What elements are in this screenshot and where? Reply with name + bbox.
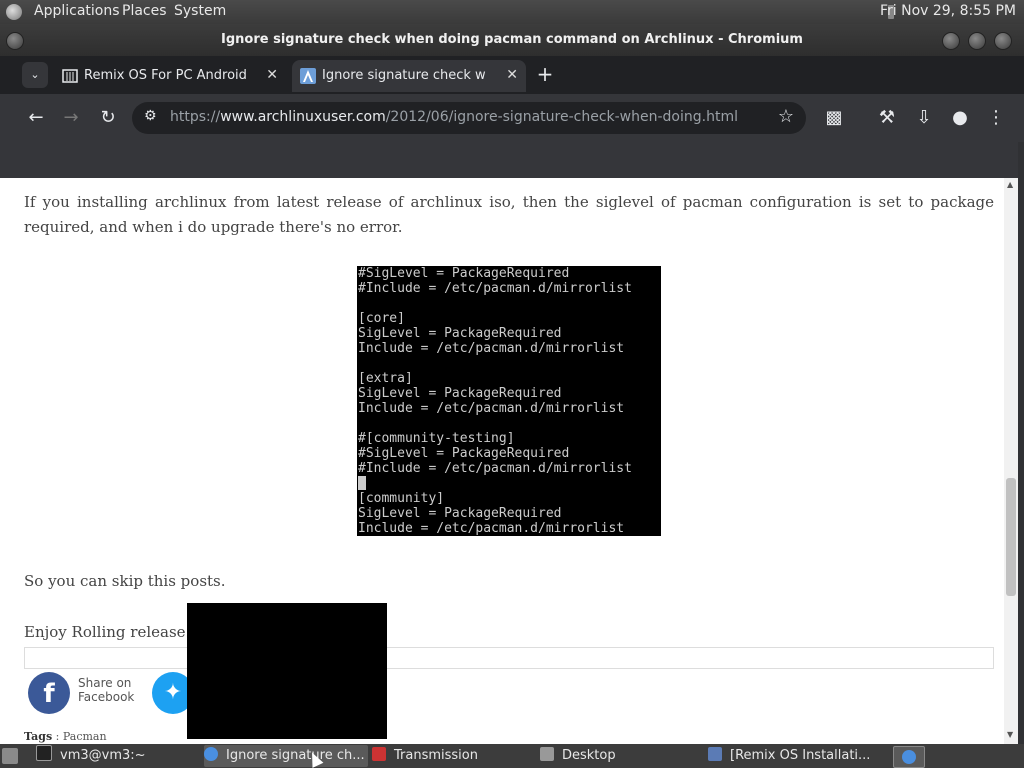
scroll-up-icon[interactable]: ▲: [1007, 180, 1013, 189]
pacman-config-screenshot: #SigLevel = PackageRequired #Include = /e…: [357, 266, 661, 536]
tab-strip: ⌄ Remix OS For PC Android M... ✕ Ignore …: [0, 56, 1024, 94]
maximize-icon[interactable]: [968, 32, 986, 50]
intro-paragraph: If you installing archlinux from latest …: [24, 193, 994, 236]
code-line: #SigLevel = PackageRequired: [358, 446, 570, 461]
code-line: #[community-testing]: [358, 431, 515, 446]
site-info-icon[interactable]: ⚙: [144, 108, 157, 124]
transmission-icon: [372, 747, 386, 761]
tab-remix-os[interactable]: Remix OS For PC Android M... ✕: [54, 60, 286, 92]
taskbar-label: Transmission: [394, 748, 478, 763]
archlinux-user-icon: [300, 68, 316, 84]
code-line: [community]: [358, 491, 445, 506]
window-title: Ignore signature check when doing pacman…: [221, 32, 803, 47]
places-menu[interactable]: Places: [122, 3, 167, 19]
tab-close-icon[interactable]: ✕: [266, 67, 278, 83]
taskbar-label: vm3@vm3:~: [60, 748, 146, 763]
folder-icon: [540, 747, 554, 761]
scroll-down-icon[interactable]: ▼: [1007, 730, 1013, 739]
skip-post-paragraph: So you can skip this posts.: [24, 572, 226, 590]
url-host: www.archlinuxuser.com: [220, 109, 386, 125]
menu-kebab-icon[interactable]: ⋮: [984, 106, 1008, 130]
share-bar: [24, 647, 994, 669]
bookmark-star-icon[interactable]: ☆: [778, 106, 794, 127]
taskbar-item-remix-os[interactable]: [Remix OS Installati...: [708, 745, 872, 767]
window-titlebar[interactable]: Ignore signature check when doing pacman…: [0, 24, 1024, 56]
code-line: #Include = /etc/pacman.d/mirrorlist: [358, 281, 632, 296]
tab-label: Remix OS For PC Android M...: [84, 68, 246, 83]
close-window-icon[interactable]: [994, 32, 1012, 50]
top-panel: Applications Places System Fri Nov 29, 8…: [0, 0, 1024, 24]
code-line: #Include = /etc/pacman.d/mirrorlist: [358, 461, 632, 476]
forward-icon[interactable]: →: [59, 106, 83, 130]
page-scrollbar[interactable]: ▲ ▼: [1004, 178, 1018, 744]
code-line: [core]: [358, 311, 405, 326]
closing-paragraph: Enjoy Rolling release. :D: [24, 623, 213, 641]
labs-flask-icon[interactable]: ⚒: [875, 106, 899, 130]
code-line: Include = /etc/pacman.d/mirrorlist: [358, 341, 625, 356]
download-icon[interactable]: ⇩: [912, 106, 936, 130]
page-columns-icon: [62, 69, 78, 83]
tags-label: Tags: [24, 730, 53, 743]
chromium-icon: [204, 747, 218, 761]
tags-line: Tags : Pacman: [24, 730, 107, 743]
back-icon[interactable]: ←: [24, 106, 48, 130]
distro-logo-icon[interactable]: [6, 4, 22, 20]
code-line: SigLevel = PackageRequired: [358, 326, 562, 341]
url-text[interactable]: https://www.archlinuxuser.com/2012/06/ig…: [170, 109, 738, 125]
taskbar-item-transmission[interactable]: Transmission: [372, 745, 536, 767]
tab-search-button[interactable]: ⌄: [22, 62, 48, 88]
tab-ignore-signature[interactable]: Ignore signature check when doing pacman…: [292, 60, 526, 92]
minimize-icon[interactable]: [942, 32, 960, 50]
address-bar[interactable]: ⚙ https://www.archlinuxuser.com/2012/06/…: [132, 102, 806, 134]
bottom-taskbar: vm3@vm3:~ Ignore signature ch... Transmi…: [0, 744, 1024, 768]
profile-avatar-icon[interactable]: ●: [948, 106, 972, 130]
taskbar-label: Ignore signature ch...: [226, 748, 365, 763]
share-facebook-label[interactable]: Share on: [78, 676, 131, 690]
extensions-icon[interactable]: ▩: [822, 106, 846, 130]
code-line: SigLevel = PackageRequired: [358, 506, 562, 521]
url-scheme: https://: [170, 109, 221, 125]
page-content[interactable]: If you installing archlinux from latest …: [0, 178, 1004, 744]
clock[interactable]: Fri Nov 29, 8:55 PM: [880, 3, 1016, 19]
code-line: Include = /etc/pacman.d/mirrorlist: [358, 521, 625, 536]
facebook-icon[interactable]: f: [28, 672, 70, 714]
new-tab-button[interactable]: +: [534, 62, 556, 88]
chromium-applet[interactable]: [893, 746, 925, 768]
code-line: Include = /etc/pacman.d/mirrorlist: [358, 401, 625, 416]
code-line: #SigLevel = PackageRequired: [358, 266, 570, 281]
taskbar-label: [Remix OS Installati...: [730, 748, 871, 763]
system-menu[interactable]: System: [174, 3, 226, 19]
code-line: SigLevel = PackageRequired: [358, 386, 562, 401]
bookmark-bar: [0, 142, 1018, 179]
share-facebook-label-2[interactable]: Facebook: [78, 690, 134, 704]
browser-toolbar: ← → ↻ ⚙ https://www.archlinuxuser.com/20…: [0, 94, 1024, 142]
applications-menu[interactable]: Applications: [34, 3, 120, 19]
taskbar-preview-popup: [187, 603, 387, 739]
chromium-applet-icon: [902, 750, 916, 764]
chat-window-icon: [708, 747, 722, 761]
text-cursor-block: [358, 476, 366, 490]
taskbar-item-desktop[interactable]: Desktop: [540, 745, 704, 767]
tab-label: Ignore signature check when doing pacman…: [322, 68, 486, 83]
taskbar-item-terminal[interactable]: vm3@vm3:~: [36, 745, 200, 767]
scroll-thumb[interactable]: [1006, 478, 1016, 596]
show-desktop-icon[interactable]: [2, 748, 18, 764]
url-path: /2012/06/ignore-signature-check-when-doi…: [385, 109, 738, 125]
reload-icon[interactable]: ↻: [96, 106, 120, 130]
terminal-icon: [36, 745, 52, 761]
taskbar-item-chromium[interactable]: Ignore signature ch...: [204, 745, 368, 767]
tag-pacman-link[interactable]: : Pacman: [52, 730, 107, 743]
tab-close-icon[interactable]: ✕: [506, 67, 518, 83]
taskbar-label: Desktop: [562, 748, 616, 763]
code-line: [extra]: [358, 371, 413, 386]
